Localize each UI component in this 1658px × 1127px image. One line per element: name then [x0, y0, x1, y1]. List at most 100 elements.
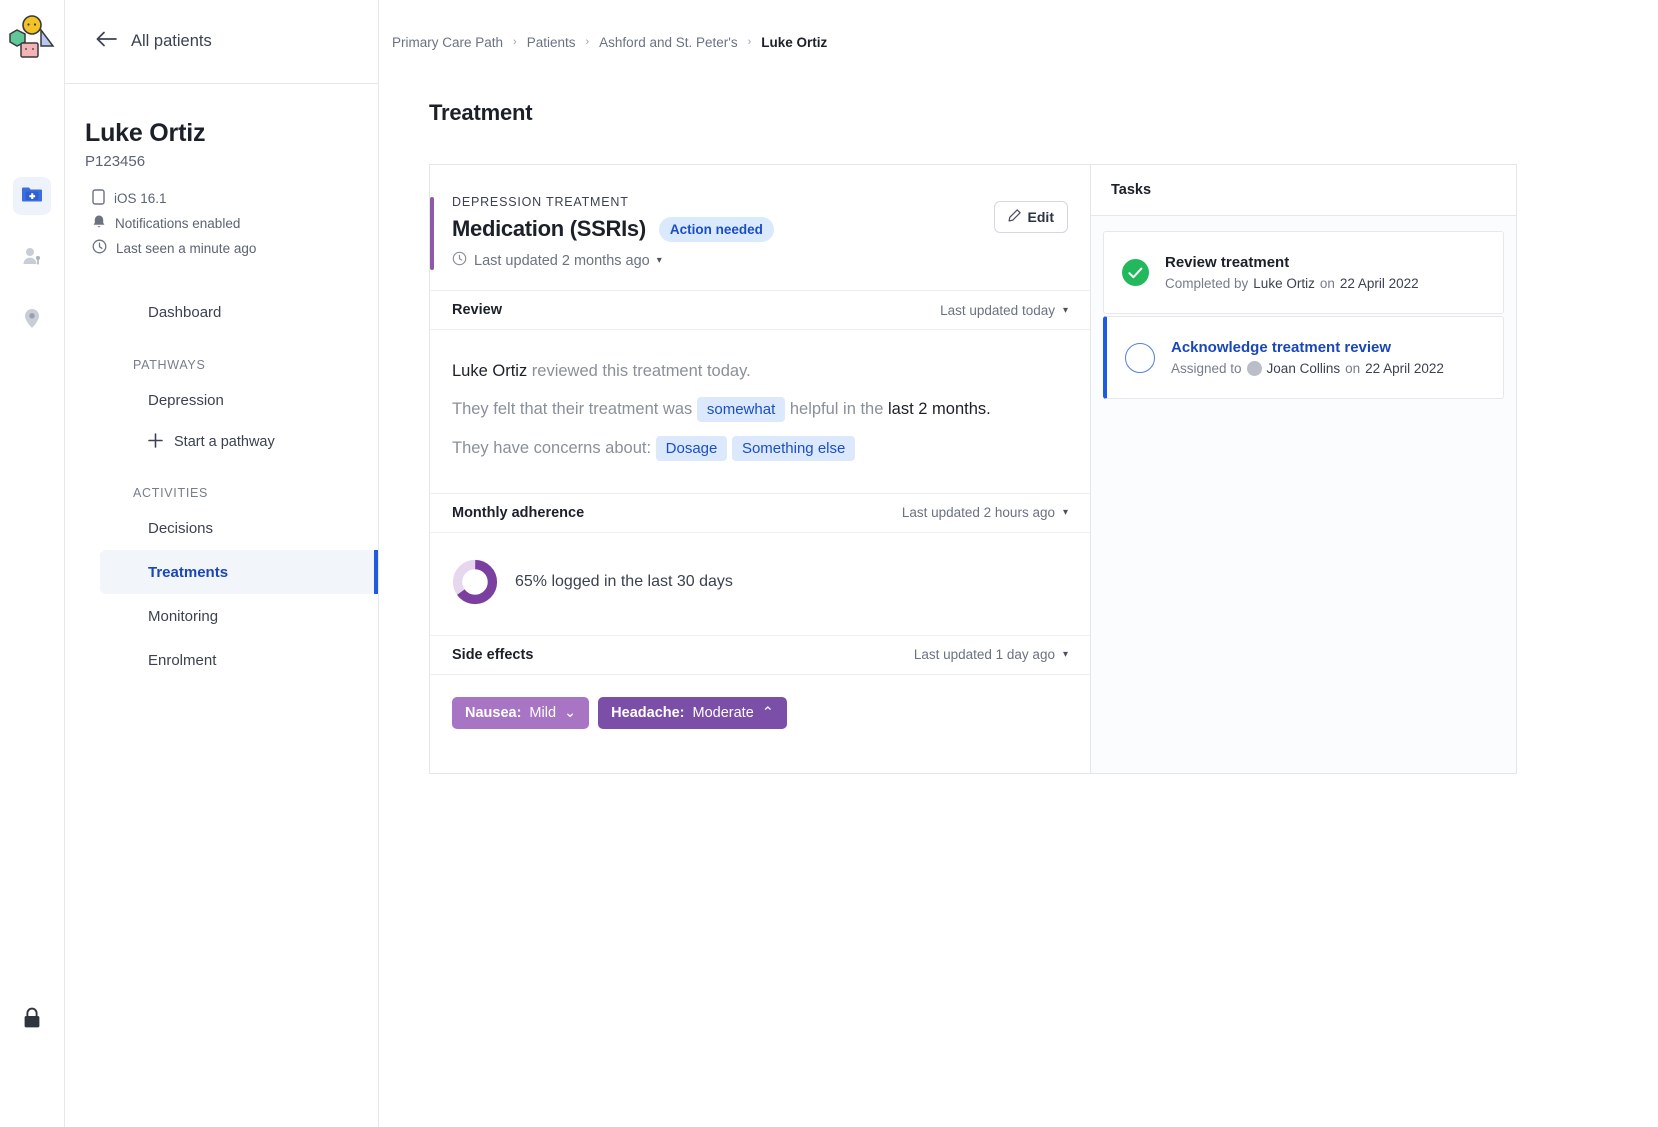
location-pin-icon	[22, 307, 42, 334]
rail-item-patient-records[interactable]	[13, 177, 51, 215]
breadcrumb-item-primary-care-path[interactable]: Primary Care Path	[392, 35, 503, 50]
side-effect-value: Mild	[529, 704, 557, 721]
rail-item-list	[13, 177, 51, 339]
sidebar-item-label: Decisions	[148, 519, 214, 537]
all-patients-back-button[interactable]: All patients	[65, 0, 378, 84]
treatment-last-updated[interactable]: Last updated 2 months ago ▾	[452, 251, 994, 270]
start-pathway-button[interactable]: Start a pathway	[100, 422, 378, 462]
patient-meta-device-label: iOS 16.1	[114, 191, 167, 206]
avatar	[1246, 361, 1262, 376]
treatment-accent-bar	[430, 197, 434, 270]
sidebar-item-decisions[interactable]: Decisions	[100, 506, 378, 550]
review-line-2-middle: helpful in the	[789, 400, 884, 419]
side-effect-badge-headache[interactable]: Headache: Moderate ⌃	[598, 696, 787, 729]
tasks-title: Tasks	[1111, 182, 1152, 198]
task-subtext: Assigned to Joan Collins on 22 April 202…	[1171, 361, 1444, 376]
adherence-section-header: Monthly adherence Last updated 2 hours a…	[430, 492, 1090, 533]
side-effect-label: Headache:	[611, 704, 685, 721]
review-line-3: They have concerns about: Dosage Somethi…	[452, 429, 1068, 467]
task-name[interactable]: Acknowledge treatment review	[1171, 339, 1444, 356]
chevron-down-icon: ▾	[1062, 304, 1068, 316]
task-subtext: Completed by Luke Ortiz on 22 April 2022	[1165, 276, 1419, 291]
side-effects-section-body: Nausea: Mild ⌄ Headache: Moderate ⌃	[430, 675, 1090, 773]
patient-records-icon	[21, 183, 43, 210]
review-last-updated[interactable]: Last updated today ▾	[940, 303, 1068, 318]
sidebar-item-depression[interactable]: Depression	[100, 378, 378, 422]
icon-rail	[0, 0, 65, 1127]
page-title: Treatment	[429, 100, 533, 125]
adherence-section-body: 65% logged in the last 30 days	[430, 533, 1090, 635]
sidebar-item-monitoring[interactable]: Monitoring	[100, 594, 378, 638]
sidebar-item-treatments[interactable]: Treatments	[100, 550, 378, 594]
task-person: Joan Collins	[1266, 361, 1341, 376]
task-details: Review treatment Completed by Luke Ortiz…	[1165, 254, 1419, 291]
review-line-3-prefix: They have concerns about:	[452, 438, 652, 457]
patient-meta-list: iOS 16.1 Notifications enabled Last seen…	[85, 189, 348, 257]
breadcrumb-separator: ›	[747, 36, 752, 48]
breadcrumb-item-organisation[interactable]: Ashford and St. Peter's	[599, 35, 737, 50]
rail-item-locations[interactable]	[13, 301, 51, 339]
review-concern-chip-dosage[interactable]: Dosage	[655, 435, 728, 461]
app-root: All patients Luke Ortiz P123456 iOS 16.1	[0, 0, 1658, 1127]
treatment-card-header: DEPRESSION TREATMENT Medication (SSRIs) …	[430, 165, 1090, 290]
treatment-content: DEPRESSION TREATMENT Medication (SSRIs) …	[429, 164, 1517, 774]
breadcrumb: Primary Care Path › Patients › Ashford a…	[379, 0, 1658, 84]
clock-icon	[452, 251, 467, 270]
sidebar-item-label: Depression	[148, 391, 224, 409]
adherence-label: 65% logged in the last 30 days	[515, 572, 733, 590]
side-effect-badge-nausea[interactable]: Nausea: Mild ⌄	[452, 696, 590, 729]
review-heading: Review	[452, 302, 502, 318]
chevron-down-icon: ⌄	[564, 704, 577, 721]
breadcrumb-item-current: Luke Ortiz	[761, 34, 828, 50]
sidebar-item-label: Monitoring	[148, 607, 219, 625]
breadcrumb-separator: ›	[585, 36, 590, 48]
patient-meta-notifications: Notifications enabled	[92, 214, 348, 233]
treatment-last-updated-label: Last updated 2 months ago	[474, 252, 650, 269]
task-person: Luke Ortiz	[1253, 276, 1315, 291]
adherence-last-updated[interactable]: Last updated 2 hours ago ▾	[902, 505, 1068, 520]
side-effects-section-header: Side effects Last updated 1 day ago ▾	[430, 634, 1090, 675]
start-pathway-label: Start a pathway	[174, 434, 275, 450]
sidebar-item-dashboard[interactable]: Dashboard	[100, 290, 378, 334]
patient-summary: Luke Ortiz P123456 iOS 16.1 Notification…	[65, 84, 378, 257]
tasks-panel: Tasks Review treatment Completed by Luke…	[1090, 164, 1517, 774]
review-line-1-rest: reviewed this treatment today.	[531, 362, 751, 380]
rail-item-clinicians[interactable]	[13, 239, 51, 277]
arrow-left-icon	[95, 31, 117, 52]
clock-icon	[92, 239, 107, 257]
task-row-acknowledge-treatment-review[interactable]: Acknowledge treatment review Assigned to…	[1103, 316, 1504, 399]
edit-button[interactable]: Edit	[993, 201, 1068, 233]
task-prefix: Completed by	[1165, 276, 1249, 291]
treatment-title-row: Medication (SSRIs) Action needed	[452, 216, 994, 242]
tasks-panel-header: Tasks	[1091, 165, 1516, 216]
adherence-heading: Monthly adherence	[452, 504, 585, 521]
review-concern-chip-something-else[interactable]: Something else	[731, 435, 856, 461]
side-effects-last-updated[interactable]: Last updated 1 day ago ▾	[914, 647, 1068, 662]
patient-meta-last-seen-label: Last seen a minute ago	[116, 240, 257, 256]
chevron-up-icon: ⌃	[761, 704, 774, 721]
review-line-2-prefix: They felt that their treatment was	[452, 400, 693, 419]
clinicians-icon	[21, 245, 43, 272]
side-effect-label: Nausea:	[465, 704, 522, 721]
tasks-list: Review treatment Completed by Luke Ortiz…	[1091, 216, 1516, 414]
plus-icon	[148, 432, 163, 452]
empty-circle-icon[interactable]	[1125, 342, 1155, 373]
adherence-last-updated-label: Last updated 2 hours ago	[901, 505, 1055, 521]
all-patients-label: All patients	[131, 32, 212, 50]
chevron-down-icon: ▾	[1062, 649, 1068, 661]
lock-button[interactable]	[22, 1006, 42, 1035]
treatment-heading-group: DEPRESSION TREATMENT Medication (SSRIs) …	[452, 195, 994, 270]
side-effect-value: Moderate	[692, 704, 754, 721]
review-period: last 2 months.	[888, 400, 991, 419]
task-date: 22 April 2022	[1365, 361, 1444, 376]
task-row-review-treatment[interactable]: Review treatment Completed by Luke Ortiz…	[1103, 231, 1504, 314]
task-prefix: Assigned to	[1171, 361, 1242, 376]
pencil-icon	[1008, 209, 1021, 225]
task-mid: on	[1345, 361, 1361, 376]
breadcrumb-item-patients[interactable]: Patients	[527, 35, 576, 50]
review-last-updated-label: Last updated today	[940, 302, 1055, 318]
task-mid: on	[1319, 276, 1335, 291]
chevron-down-icon: ▾	[1062, 507, 1068, 519]
review-helpfulness-chip[interactable]: somewhat	[696, 397, 786, 423]
sidebar-item-enrolment[interactable]: Enrolment	[100, 638, 378, 682]
